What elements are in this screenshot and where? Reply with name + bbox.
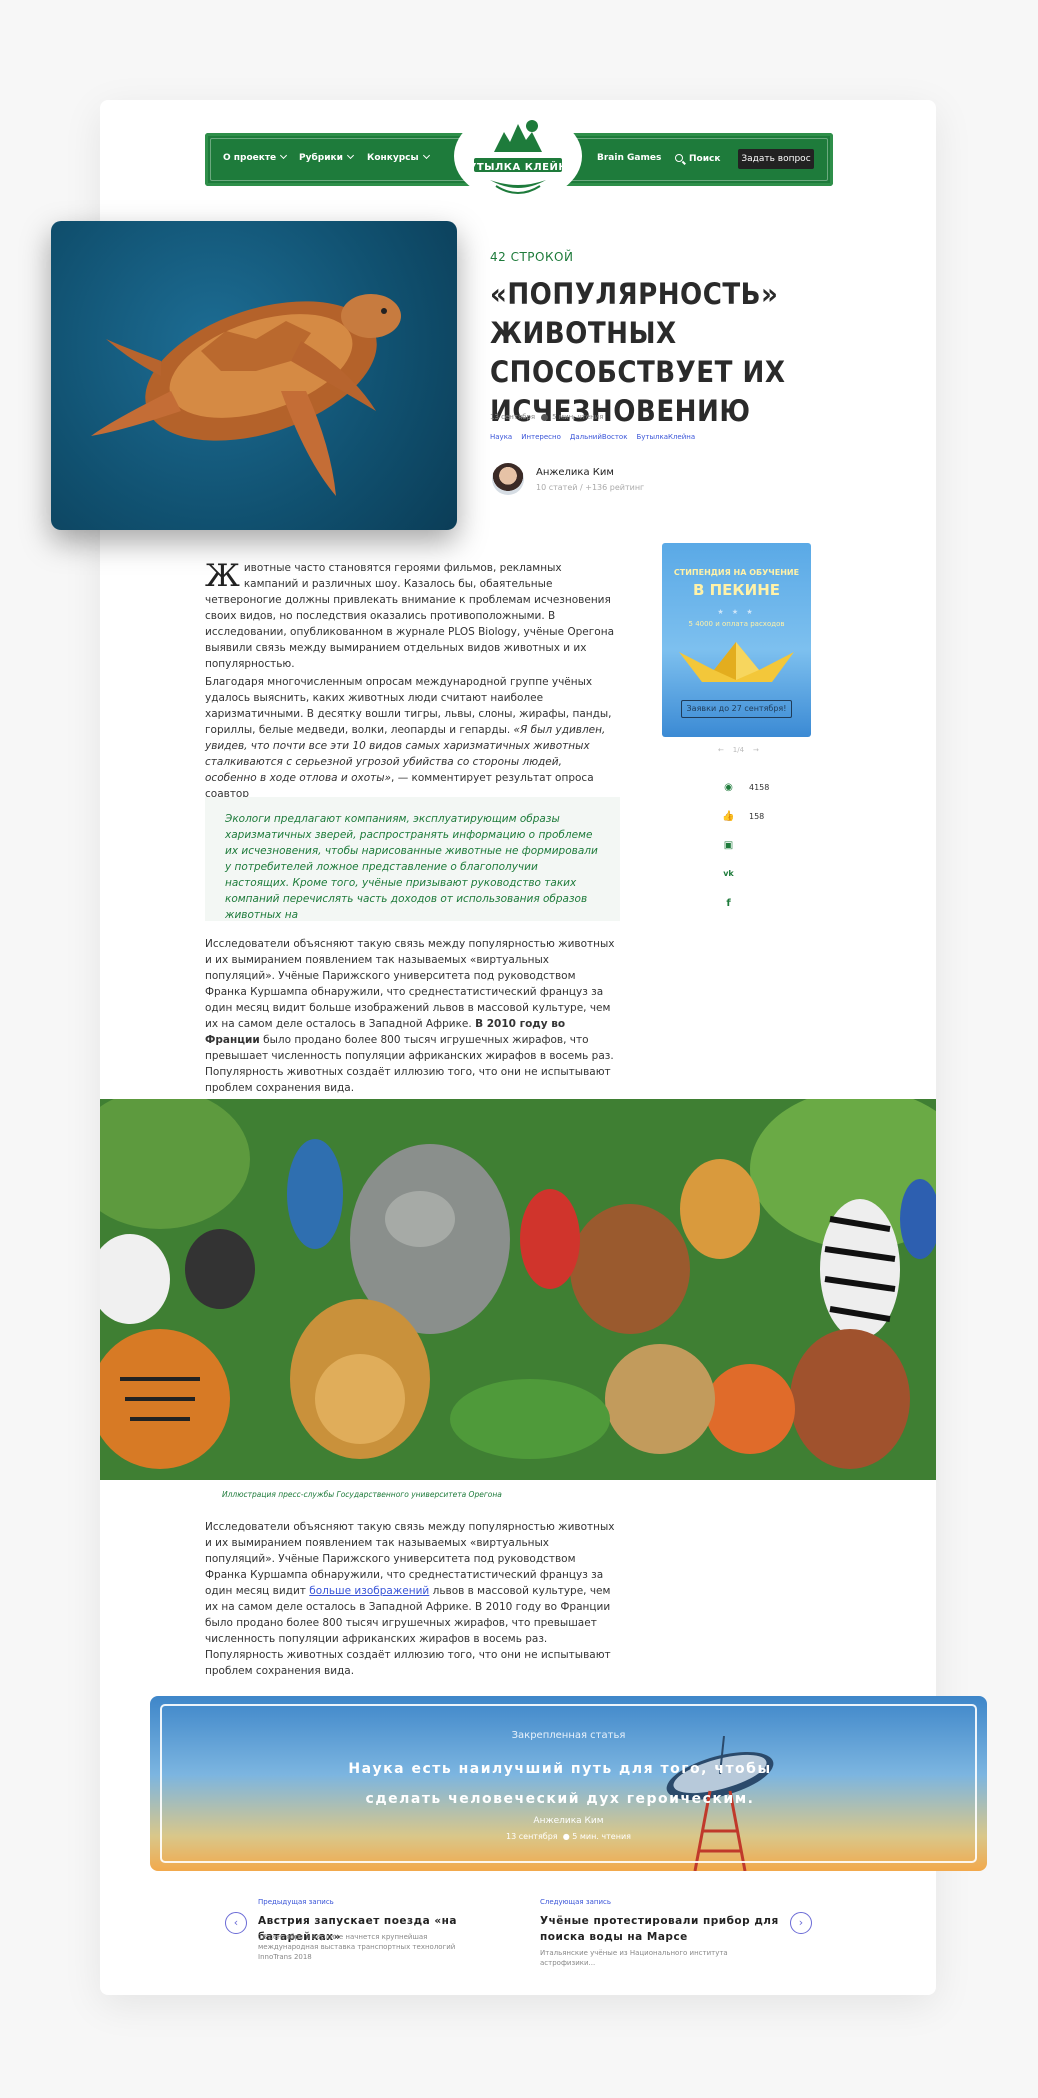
nav-about-label: О проекте bbox=[223, 153, 277, 163]
nav-rubrics-label: Рубрики bbox=[299, 153, 343, 163]
share-instagram[interactable]: ▣ bbox=[722, 840, 749, 851]
thumbs-up-icon: 👍 bbox=[722, 811, 735, 822]
ad-stars: ★ ★ ★ bbox=[717, 608, 756, 616]
previous-post-description: 18 сентября в Берлине начнется крупнейша… bbox=[258, 1933, 456, 1961]
nav-contests[interactable]: Конкурсы bbox=[367, 151, 430, 163]
pager-count: 1/4 bbox=[732, 746, 745, 754]
drop-cap: Ж bbox=[205, 558, 240, 594]
pinned-author: Анжелика Ким bbox=[533, 1816, 604, 1826]
tag-link[interactable]: БутылкаКлейна bbox=[636, 433, 695, 441]
nav-contests-label: Конкурсы bbox=[367, 153, 419, 163]
author-avatar[interactable] bbox=[492, 463, 524, 495]
turtle-hero-image bbox=[51, 221, 457, 530]
article-date: 13 сентября bbox=[490, 413, 536, 421]
previous-post-arrow[interactable]: ‹ bbox=[225, 1912, 247, 1934]
paragraph-text: Исследователи объясняют такую связь межд… bbox=[205, 938, 615, 1030]
article-rubric[interactable]: 42 СТРОКОЙ bbox=[490, 250, 573, 264]
article-paragraph: Животные часто становятся героями фильмо… bbox=[205, 560, 615, 672]
arrow-left-icon[interactable]: ← bbox=[718, 746, 724, 754]
scholarship-ad-banner[interactable]: СТИПЕНДИЯ НА ОБУЧЕНИЕ В ПЕКИНЕ ★ ★ ★ 5 4… bbox=[662, 543, 811, 737]
views-stat: ◉ 4158 bbox=[722, 782, 769, 793]
next-post-arrow[interactable]: › bbox=[790, 1912, 812, 1934]
pinned-article-card[interactable]: Закрепленная статья Наука есть наилучший… bbox=[150, 1696, 987, 1871]
animals-illustration bbox=[100, 1099, 936, 1480]
article-paragraph: Исследователи объясняют такую связь межд… bbox=[205, 1519, 615, 1679]
read-time: 5 мин. чтения bbox=[552, 413, 604, 421]
logo-text: БУТЫЛКА КЛЕЙНА bbox=[460, 162, 576, 173]
ad-apply-button[interactable]: Заявки до 27 сентября! bbox=[681, 700, 792, 718]
pinned-title: Наука есть наилучший путь для того, чтоб… bbox=[348, 1761, 772, 1807]
pinned-date: 13 сентября bbox=[506, 1832, 558, 1841]
tag-link[interactable]: Интересно bbox=[521, 433, 561, 441]
search-icon bbox=[675, 154, 683, 162]
article-title: «Популярность» животных способствует их … bbox=[490, 277, 786, 428]
likes-stat[interactable]: 👍 158 bbox=[722, 811, 764, 822]
previous-post-label: Предыдущая запись bbox=[258, 1898, 334, 1906]
chevron-down-icon bbox=[346, 151, 354, 160]
clock-icon bbox=[541, 413, 549, 421]
paper-boat-icon bbox=[679, 642, 794, 682]
site-logo[interactable]: БУТЫЛКА КЛЕЙНА bbox=[454, 110, 582, 202]
article-tags: Наука Интересно ДальнийВосток БутылкаКлейна bbox=[490, 433, 704, 441]
article-quote: Экологи предлагают компаниям, эксплуатир… bbox=[205, 797, 620, 921]
pinned-meta: 13 сентября ● 5 мин. чтения bbox=[150, 1832, 987, 1841]
likes-count: 158 bbox=[749, 812, 765, 821]
share-facebook[interactable]: f bbox=[722, 898, 749, 909]
nav-search[interactable]: Поиск bbox=[675, 153, 720, 164]
views-count: 4158 bbox=[749, 783, 770, 792]
ad-subtitle: СТИПЕНДИЯ НА ОБУЧЕНИЕ bbox=[673, 568, 800, 577]
logo-emblem bbox=[456, 111, 580, 201]
next-post-label: Следующая запись bbox=[540, 1898, 611, 1906]
clock-icon: ● bbox=[562, 1832, 570, 1841]
pinned-label: Закрепленная статья bbox=[511, 1730, 626, 1741]
author-name[interactable]: Анжелика Ким bbox=[536, 467, 614, 478]
ad-pager: ← 1/4 → bbox=[718, 746, 759, 754]
article-meta: 13 сентября 5 мин. чтения bbox=[490, 413, 604, 421]
chevron-down-icon bbox=[280, 151, 288, 160]
nav-brain-games[interactable]: Brain Games bbox=[597, 153, 661, 163]
ad-title: В ПЕКИНЕ bbox=[692, 581, 781, 599]
paragraph-text: было продано более 800 тысяч игрушечных … bbox=[205, 1034, 614, 1094]
pinned-read-time: 5 мин. чтения bbox=[572, 1832, 631, 1841]
arrow-right-icon[interactable]: → bbox=[753, 746, 759, 754]
article-paragraph: Благодаря многочисленным опросам междуна… bbox=[205, 674, 615, 802]
instagram-icon: ▣ bbox=[723, 840, 734, 851]
author-stats: 10 статей / +136 рейтинг bbox=[536, 483, 645, 492]
ask-question-button[interactable]: Задать вопрос bbox=[738, 149, 814, 169]
next-post-description: Итальянские учёные из Национального инст… bbox=[540, 1949, 728, 1967]
eye-icon: ◉ bbox=[724, 782, 733, 793]
tag-link[interactable]: ДальнийВосток bbox=[570, 433, 628, 441]
nav-about[interactable]: О проекте bbox=[223, 151, 288, 163]
tag-link[interactable]: Наука bbox=[490, 433, 512, 441]
nav-rubrics[interactable]: Рубрики bbox=[299, 151, 354, 163]
inline-link[interactable]: больше изображений bbox=[309, 1585, 429, 1597]
facebook-icon: f bbox=[726, 898, 731, 909]
next-post-title[interactable]: Учёные протестировали прибор для поиска … bbox=[540, 1913, 785, 1945]
chevron-down-icon bbox=[422, 151, 430, 160]
image-caption: Иллюстрация пресс-службы Государственног… bbox=[222, 1490, 502, 1499]
vk-icon: vk bbox=[723, 869, 734, 878]
paragraph-text: львов в массовой культуре, чем их на сам… bbox=[205, 1585, 611, 1677]
article-paragraph: Исследователи объясняют такую связь межд… bbox=[205, 936, 615, 1096]
paragraph-text: ивотные часто становятся героями фильмов… bbox=[205, 562, 614, 670]
ad-description: 5 4000 и оплата расходов bbox=[688, 620, 785, 628]
share-vk[interactable]: vk bbox=[722, 869, 749, 878]
nav-search-label: Поиск bbox=[689, 154, 721, 164]
